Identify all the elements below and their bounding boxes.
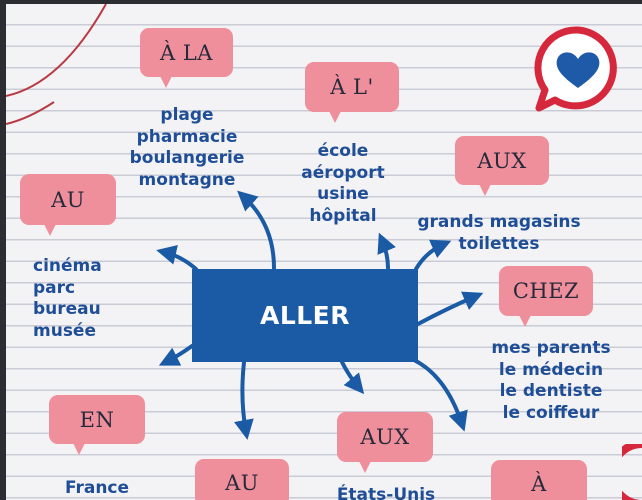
arrow-aux-bottom bbox=[340, 360, 365, 395]
bubble-aux-bottom: AUX bbox=[337, 412, 433, 473]
bubble-au-bottom: AU bbox=[195, 459, 289, 500]
bubble-a-bottom-label: À bbox=[531, 472, 547, 496]
center-label: ALLER bbox=[259, 301, 351, 330]
arrow-a-la bbox=[237, 190, 276, 270]
bubble-tail bbox=[44, 224, 56, 236]
heart-chat-icon bbox=[534, 26, 617, 112]
list-item: États-Unis bbox=[336, 485, 436, 500]
bubble-tail bbox=[359, 461, 371, 473]
list-item: boulangerie bbox=[129, 148, 245, 168]
list-item: musée bbox=[33, 320, 96, 341]
list-a-l: école aéroport usine hôpital bbox=[282, 141, 404, 227]
arrow-a-l bbox=[377, 232, 396, 270]
bubble-au-left-label: AU bbox=[51, 187, 85, 212]
list-a-la: plage pharmacie boulangerie montagne bbox=[118, 105, 256, 191]
bubble-a-la-label: À LA bbox=[160, 40, 213, 65]
list-item: école bbox=[317, 141, 369, 161]
list-item: mes parents bbox=[491, 338, 611, 358]
list-item: montagne bbox=[138, 169, 236, 190]
list-item: le médecin bbox=[498, 359, 604, 380]
bubble-chez-label: CHEZ bbox=[512, 279, 580, 303]
bubble-a-la: À LA bbox=[140, 28, 233, 88]
list-item: cinéma bbox=[33, 256, 102, 276]
bubble-a-bottom: À bbox=[491, 460, 587, 500]
list-chez: mes parents le médecin le dentiste le co… bbox=[476, 338, 626, 424]
list-item: le dentiste bbox=[499, 381, 603, 401]
list-item: grands magasins bbox=[417, 212, 581, 232]
list-item: toilettes bbox=[458, 233, 540, 254]
bubble-tail bbox=[519, 315, 531, 327]
bubble-aux-bottom-label: AUX bbox=[360, 425, 410, 449]
bubble-tail bbox=[329, 111, 341, 123]
list-aux-bottom: États-Unis bbox=[326, 485, 446, 500]
bubble-en: EN bbox=[49, 395, 145, 455]
list-item: le coiffeur bbox=[502, 402, 600, 423]
list-en: France bbox=[52, 478, 142, 500]
bubble-chez: CHEZ bbox=[499, 266, 593, 327]
list-item: pharmacie bbox=[136, 126, 238, 147]
arrow-chez bbox=[416, 291, 484, 326]
list-item: France bbox=[64, 478, 130, 498]
bubble-au-bottom-label: AU bbox=[225, 471, 259, 495]
bubble-tail bbox=[160, 76, 172, 88]
lesson-card: ALLER À LA plage pharmacie boulangerie m… bbox=[6, 4, 642, 500]
bubble-aux-top: AUX bbox=[455, 136, 549, 196]
list-item: aéroport bbox=[301, 162, 385, 183]
bubble-tail bbox=[73, 443, 85, 455]
red-shape-partial bbox=[622, 444, 642, 500]
bubble-a-l-label: À L' bbox=[330, 75, 374, 99]
list-au-left: cinéma parc bureau musée bbox=[33, 256, 123, 342]
arrow-au-bottom bbox=[234, 360, 254, 440]
bubble-en-label: EN bbox=[79, 407, 115, 432]
list-item: parc bbox=[33, 277, 76, 298]
bubble-aux-top-label: AUX bbox=[477, 148, 527, 173]
list-item: hôpital bbox=[309, 205, 377, 226]
bubble-tail bbox=[479, 184, 491, 196]
center-box-aller: ALLER bbox=[192, 269, 418, 362]
arrow-en bbox=[158, 344, 194, 366]
list-item: bureau bbox=[33, 299, 101, 319]
list-item: plage bbox=[160, 105, 214, 125]
bubble-au-left: AU bbox=[20, 174, 116, 236]
bubble-a-l: À L' bbox=[305, 62, 399, 123]
arrow-au-left bbox=[156, 245, 198, 271]
list-aux-top: grands magasins toilettes bbox=[410, 212, 588, 255]
list-item: usine bbox=[317, 184, 369, 204]
